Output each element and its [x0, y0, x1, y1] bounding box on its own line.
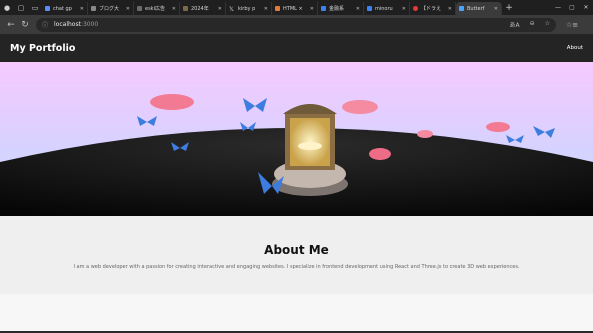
refresh-icon[interactable]: ↻ [18, 20, 32, 30]
tab-1[interactable]: ブログ大 ✕ [88, 2, 134, 15]
tab-favicon [413, 6, 418, 11]
maximize-icon[interactable]: ▢ [565, 4, 579, 11]
window-controls: — ▢ ✕ [551, 4, 593, 11]
tab-strip: ● ▢ ▭ chat gp ✕ ブログ大 ✕ eski広告 ✕ 2024年 ✕ 𝕏kir… [0, 0, 593, 15]
close-tab-icon[interactable]: ✕ [264, 6, 268, 12]
tab-label: minoru [375, 5, 393, 12]
tab-favicon [367, 6, 372, 11]
site-brand[interactable]: My Portfolio [10, 43, 75, 54]
info-icon[interactable]: ⓘ [42, 20, 48, 29]
tab-label: HTML × [283, 5, 303, 12]
tab-favicon [91, 6, 96, 11]
tab-active[interactable]: Butterf ✕ [456, 2, 502, 15]
hero-scene-illustration [0, 62, 593, 216]
tab-2[interactable]: eski広告 ✕ [134, 2, 180, 15]
close-tab-icon[interactable]: ✕ [448, 6, 452, 12]
minimize-icon[interactable]: — [551, 4, 565, 11]
tab-8[interactable]: 【ドラえ ✕ [410, 2, 456, 15]
translate-icon[interactable]: あA [509, 20, 519, 29]
tab-label: 【ドラえ [421, 6, 442, 12]
url-host: localhost [54, 21, 81, 28]
tab-favicon [275, 6, 280, 11]
close-tab-icon[interactable]: ✕ [172, 6, 176, 12]
web-page: My Portfolio About About Me I am a web d… [0, 34, 593, 333]
close-tab-icon[interactable]: ✕ [218, 6, 222, 12]
address-bar[interactable]: ⓘ localhost:3000 あA ⊖ ☆ [36, 17, 556, 32]
url-text: localhost:3000 [54, 21, 98, 28]
tab-4[interactable]: 𝕏kirby p ✕ [226, 2, 272, 15]
about-section: About Me I am a web developer with a pas… [0, 216, 593, 294]
browser-toolbar: ← ↻ ⓘ localhost:3000 あA ⊖ ☆ ☆≡ [0, 15, 593, 34]
tab-actions-icon[interactable]: ▭ [28, 0, 42, 15]
tab-label: Butterf [467, 5, 485, 12]
star-icon[interactable]: ☆ [545, 20, 550, 29]
hero-3d-scene[interactable] [0, 62, 593, 216]
tab-label: kirby p [238, 5, 256, 12]
x-logo-icon: 𝕏 [229, 6, 234, 13]
address-bar-actions: あA ⊖ ☆ [509, 20, 550, 29]
tab-label: eski広告 [145, 6, 165, 12]
tab-favicon [45, 6, 50, 11]
tab-5[interactable]: HTML × ✕ [272, 2, 318, 15]
tab-favicon [183, 6, 188, 11]
site-navbar: My Portfolio About [0, 34, 593, 62]
url-port: :3000 [80, 21, 99, 28]
profile-icon[interactable]: ● [0, 0, 14, 15]
about-title: About Me [264, 243, 329, 257]
zoom-icon[interactable]: ⊖ [530, 20, 535, 29]
tab-favicon [321, 6, 326, 11]
tab-0[interactable]: chat gp ✕ [42, 2, 88, 15]
tab-favicon [459, 6, 464, 11]
workspaces-icon[interactable]: ▢ [14, 0, 28, 15]
tab-3[interactable]: 2024年 ✕ [180, 2, 226, 15]
page-footer-area [0, 294, 593, 333]
close-tab-icon[interactable]: ✕ [494, 6, 498, 12]
browser-window: ● ▢ ▭ chat gp ✕ ブログ大 ✕ eski広告 ✕ 2024年 ✕ 𝕏kir… [0, 0, 593, 333]
close-tab-icon[interactable]: ✕ [310, 6, 314, 12]
tab-label: 金融系 [329, 6, 345, 12]
tab-favicon [137, 6, 142, 11]
close-tab-icon[interactable]: ✕ [80, 6, 84, 12]
tab-7[interactable]: minoru ✕ [364, 2, 410, 15]
favorites-icon[interactable]: ☆≡ [566, 21, 578, 29]
tab-6[interactable]: 金融系 ✕ [318, 2, 364, 15]
close-tab-icon[interactable]: ✕ [402, 6, 406, 12]
tab-label: 2024年 [191, 6, 209, 12]
nav-link-about[interactable]: About [567, 45, 583, 51]
close-tab-icon[interactable]: ✕ [356, 6, 360, 12]
tab-label: chat gp [53, 5, 72, 12]
tab-label: ブログ大 [99, 6, 120, 12]
new-tab-button[interactable]: + [502, 3, 516, 13]
close-tab-icon[interactable]: ✕ [126, 6, 130, 12]
arrow-left-icon[interactable]: ← [4, 20, 18, 30]
close-window-icon[interactable]: ✕ [579, 4, 593, 11]
about-description: I am a web developer with a passion for … [73, 264, 520, 270]
